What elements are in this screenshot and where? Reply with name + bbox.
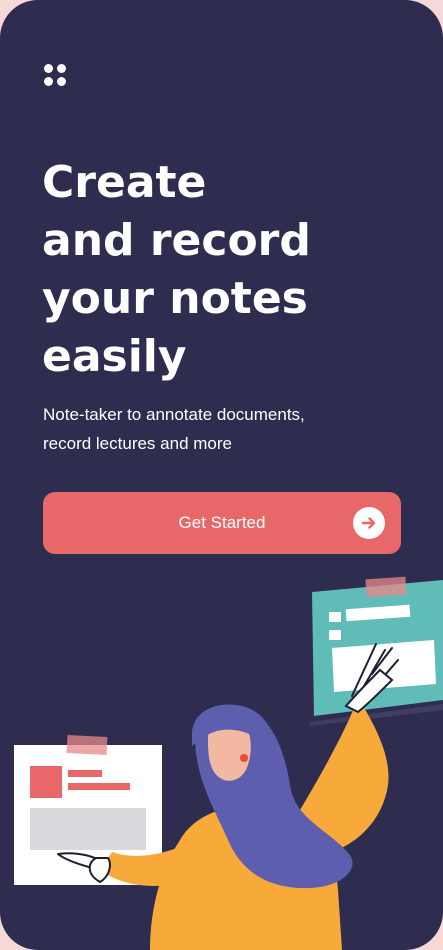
subtitle-line: Note-taker to annotate documents, bbox=[43, 405, 305, 424]
get-started-label: Get Started bbox=[178, 513, 266, 532]
onboarding-screen: Create and record your notes easily Note… bbox=[0, 0, 443, 950]
grid-dots-icon[interactable] bbox=[44, 64, 66, 86]
subtitle: Note-taker to annotate documents, record… bbox=[43, 400, 403, 458]
title-line: your notes bbox=[42, 273, 308, 324]
title-line: and record bbox=[42, 215, 311, 266]
title-line: easily bbox=[42, 331, 187, 382]
woman-with-notes-illustration bbox=[14, 576, 443, 950]
teal-note-card bbox=[310, 576, 443, 726]
subtitle-line: record lectures and more bbox=[43, 434, 232, 453]
page-title: Create and record your notes easily bbox=[42, 154, 412, 386]
title-line: Create bbox=[42, 157, 207, 208]
get-started-button[interactable]: Get Started bbox=[43, 492, 401, 554]
arrow-right-icon bbox=[353, 507, 385, 539]
